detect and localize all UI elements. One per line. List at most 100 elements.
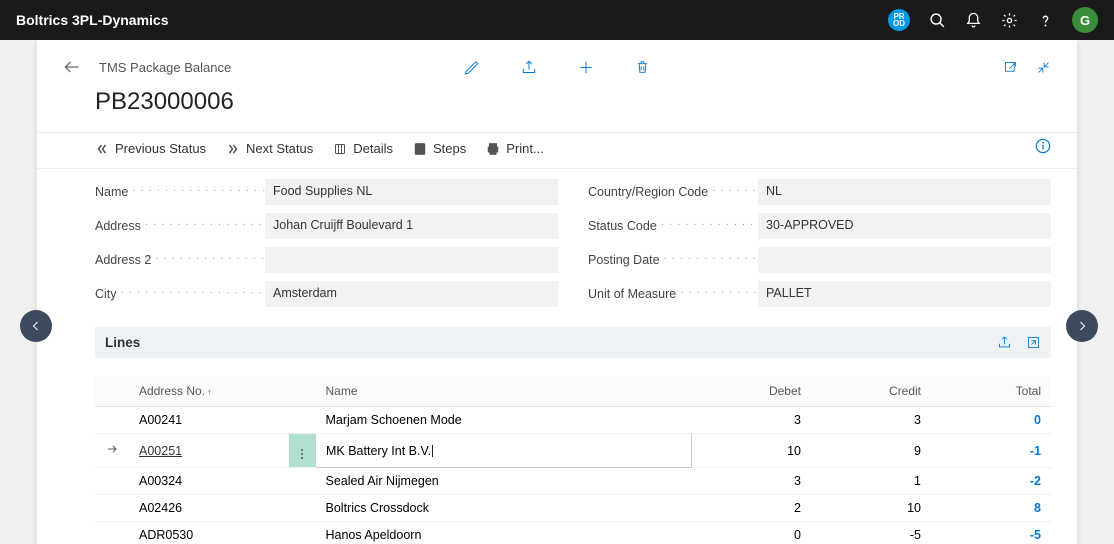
cell-total[interactable]: -5 xyxy=(931,522,1051,544)
cell-address-no[interactable]: A00241 xyxy=(129,407,289,434)
col-name[interactable]: Name xyxy=(316,376,692,407)
field-status-value[interactable]: 30-APPROVED xyxy=(758,213,1051,239)
table-row[interactable]: A00241Marjam Schoenen Mode330 xyxy=(95,407,1051,434)
field-address-label: Address xyxy=(95,219,265,233)
gear-icon[interactable] xyxy=(1000,11,1018,29)
cell-credit[interactable]: 3 xyxy=(811,407,931,434)
cell-credit[interactable]: 1 xyxy=(811,468,931,495)
row-menu-cell[interactable] xyxy=(289,407,316,434)
table-row[interactable]: A00251 MK Battery Int B.V.109-1 xyxy=(95,434,1051,468)
col-debet[interactable]: Debet xyxy=(691,376,811,407)
cell-credit[interactable]: 10 xyxy=(811,495,931,522)
user-avatar[interactable]: G xyxy=(1072,7,1098,33)
table-row[interactable]: ADR0530Hanos Apeldoorn0-5-5 xyxy=(95,522,1051,544)
lines-table: Address No.↑ Name Debet Credit Total A00… xyxy=(95,376,1051,544)
field-address: Address Johan Cruijff Boulevard 1 xyxy=(95,213,558,239)
field-address-value[interactable]: Johan Cruijff Boulevard 1 xyxy=(265,213,558,239)
field-address2: Address 2 xyxy=(95,247,558,273)
search-icon[interactable] xyxy=(928,11,946,29)
lines-header-actions xyxy=(997,335,1041,350)
delete-icon[interactable] xyxy=(635,59,651,76)
product-name: Boltrics 3PL-Dynamics xyxy=(16,12,169,28)
cell-credit[interactable]: 9 xyxy=(811,434,931,468)
cell-address-no[interactable]: A02426 xyxy=(129,495,289,522)
prev-status-button[interactable]: Previous Status xyxy=(95,137,206,160)
col-credit[interactable]: Credit xyxy=(811,376,931,407)
next-status-label: Next Status xyxy=(246,141,313,156)
share-icon[interactable] xyxy=(521,59,538,76)
field-name-value[interactable]: Food Supplies NL xyxy=(265,179,558,205)
field-posting-date-value[interactable] xyxy=(758,247,1051,273)
env-badge: PROD xyxy=(888,9,910,31)
lines-share-icon[interactable] xyxy=(997,335,1012,350)
field-status-label: Status Code xyxy=(588,219,758,233)
popout-icon[interactable] xyxy=(1003,60,1018,75)
cell-debet[interactable]: 3 xyxy=(691,468,811,495)
field-posting-date-label: Posting Date xyxy=(588,253,758,267)
lines-expand-icon[interactable] xyxy=(1026,335,1041,350)
card-body: Name Food Supplies NL Country/Region Cod… xyxy=(37,169,1077,544)
col-total[interactable]: Total xyxy=(931,376,1051,407)
cell-name[interactable]: Hanos Apeldoorn xyxy=(316,522,692,544)
row-menu-cell[interactable] xyxy=(289,434,316,468)
next-record-button[interactable] xyxy=(1066,310,1098,342)
row-menu-cell[interactable] xyxy=(289,522,316,544)
window-actions xyxy=(1003,60,1051,75)
cell-address-no[interactable]: A00251 xyxy=(129,434,289,468)
cell-credit[interactable]: -5 xyxy=(811,522,931,544)
cell-debet[interactable]: 0 xyxy=(691,522,811,544)
cell-name[interactable]: Boltrics Crossdock xyxy=(316,495,692,522)
cell-total[interactable]: -2 xyxy=(931,468,1051,495)
cell-debet[interactable]: 3 xyxy=(691,407,811,434)
field-country: Country/Region Code NL xyxy=(588,179,1051,205)
cell-total[interactable]: 0 xyxy=(931,407,1051,434)
cell-name[interactable]: Marjam Schoenen Mode xyxy=(316,407,692,434)
col-address-no[interactable]: Address No.↑ xyxy=(129,376,289,407)
field-uom-value[interactable]: PALLET xyxy=(758,281,1051,307)
cell-total[interactable]: 8 xyxy=(931,495,1051,522)
back-button[interactable] xyxy=(59,54,85,80)
field-name: Name Food Supplies NL xyxy=(95,179,558,205)
field-name-label: Name xyxy=(95,185,265,199)
field-country-value[interactable]: NL xyxy=(758,179,1051,205)
table-row[interactable]: A00324 Sealed Air Nijmegen31-2 xyxy=(95,468,1051,495)
edit-icon[interactable] xyxy=(464,59,481,76)
print-label: Print... xyxy=(506,141,544,156)
cell-name[interactable]: Sealed Air Nijmegen xyxy=(316,468,692,495)
field-city-value[interactable]: Amsterdam xyxy=(265,281,558,307)
field-uom-label: Unit of Measure xyxy=(588,287,758,301)
cell-address-no[interactable]: ADR0530 xyxy=(129,522,289,544)
cell-debet[interactable]: 10 xyxy=(691,434,811,468)
breadcrumb[interactable]: TMS Package Balance xyxy=(99,60,231,75)
row-menu-icon[interactable] xyxy=(299,447,305,461)
page-title: PB23000006 xyxy=(37,88,1077,132)
field-country-label: Country/Region Code xyxy=(588,185,758,199)
row-indicator xyxy=(95,434,129,468)
row-indicator xyxy=(95,468,129,495)
prev-record-button[interactable] xyxy=(20,310,52,342)
cell-debet[interactable]: 2 xyxy=(691,495,811,522)
field-city-label: City xyxy=(95,287,265,301)
collapse-icon[interactable] xyxy=(1036,60,1051,75)
details-button[interactable]: Details xyxy=(333,137,393,160)
field-address2-value[interactable] xyxy=(265,247,558,273)
table-row[interactable]: A02426 Boltrics Crossdock2108 xyxy=(95,495,1051,522)
steps-label: Steps xyxy=(433,141,466,156)
row-indicator xyxy=(95,407,129,434)
lines-header[interactable]: Lines xyxy=(95,327,1051,358)
row-menu-cell[interactable] xyxy=(289,495,316,522)
canvas: TMS Package Balance PB23000006 Previous … xyxy=(0,40,1114,544)
notifications-icon[interactable] xyxy=(964,11,982,29)
cell-total[interactable]: -1 xyxy=(931,434,1051,468)
next-status-button[interactable]: Next Status xyxy=(226,137,313,160)
card: TMS Package Balance PB23000006 Previous … xyxy=(37,40,1077,544)
row-menu-cell[interactable] xyxy=(289,468,316,495)
cell-name[interactable]: MK Battery Int B.V. xyxy=(316,434,692,468)
prev-status-label: Previous Status xyxy=(115,141,206,156)
new-icon[interactable] xyxy=(578,59,595,76)
steps-button[interactable]: Steps xyxy=(413,137,466,160)
help-icon[interactable] xyxy=(1036,11,1054,29)
print-button[interactable]: Print... xyxy=(486,137,544,160)
info-icon[interactable] xyxy=(1035,138,1051,159)
cell-address-no[interactable]: A00324 xyxy=(129,468,289,495)
